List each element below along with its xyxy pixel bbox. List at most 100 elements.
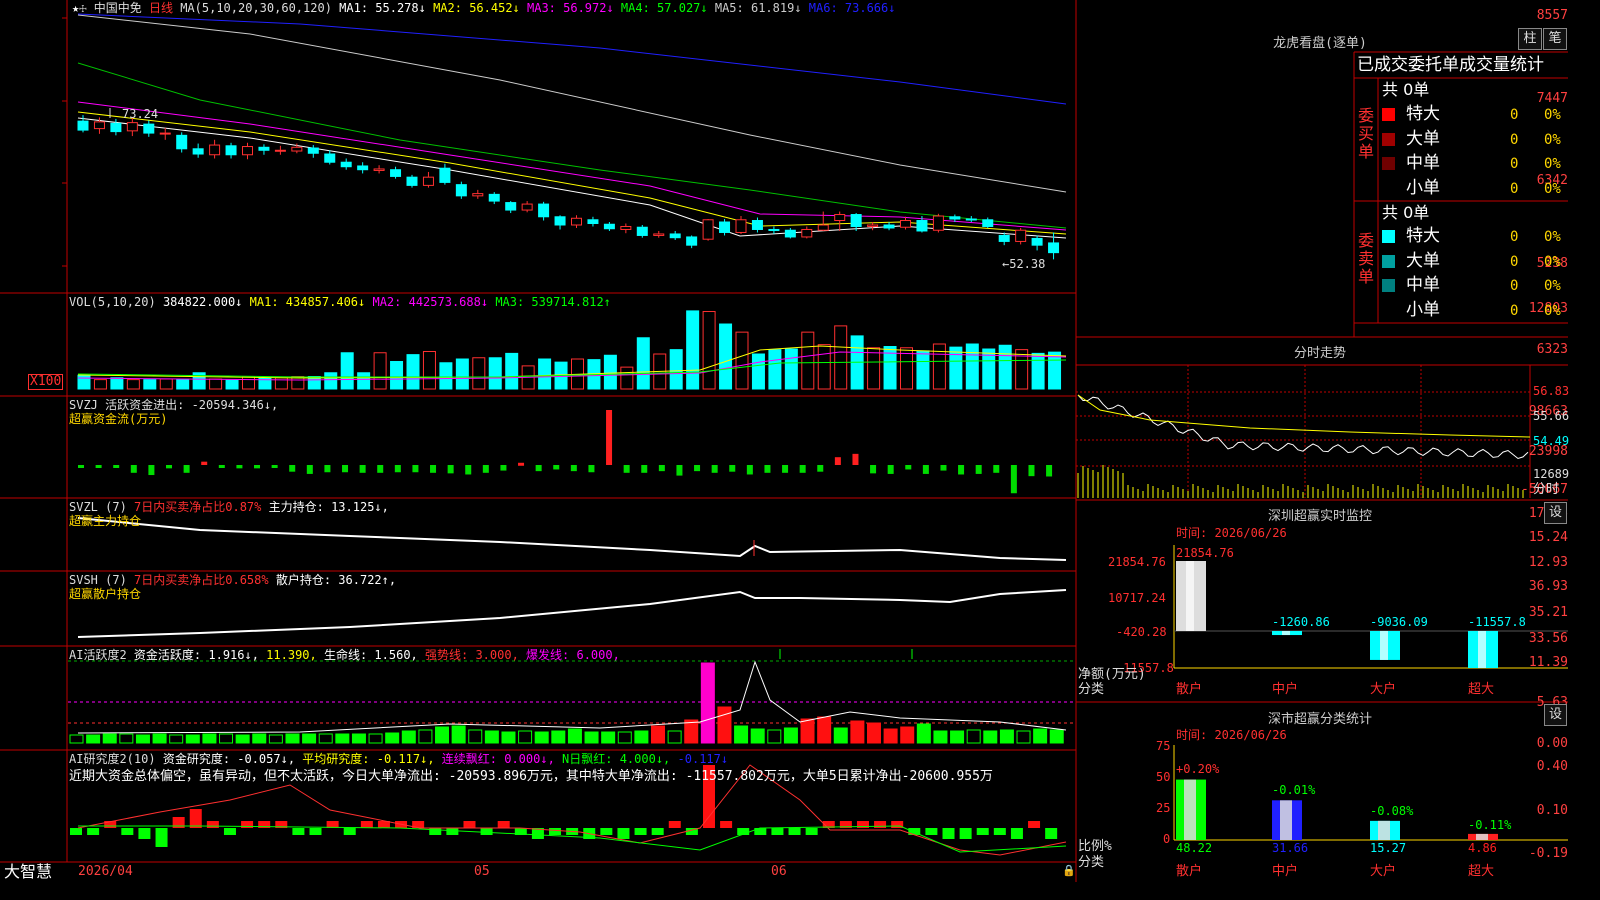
classify-bar-shine-3 bbox=[1476, 833, 1488, 840]
ma-title: MA(5,10,20,30,60,120) bbox=[180, 1, 332, 15]
main-axis-2: 7447 bbox=[1536, 91, 1568, 106]
svzj-bar-36 bbox=[711, 465, 718, 473]
ai1-bar-39 bbox=[717, 706, 732, 744]
classify-change-0: +0.20% bbox=[1176, 762, 1220, 776]
ai1-bar-10 bbox=[235, 734, 250, 744]
ai1-bar-48 bbox=[866, 722, 881, 744]
vol-bar-46 bbox=[834, 325, 848, 390]
candle-body-23 bbox=[455, 184, 467, 197]
vol-ma-value-2: MA2: 442573.688↓ bbox=[372, 295, 496, 309]
ai1-bar-54 bbox=[966, 729, 981, 744]
vol-bar-36 bbox=[669, 349, 683, 390]
svzj-bar-5 bbox=[166, 465, 173, 469]
ai1-bar-50 bbox=[900, 726, 915, 744]
lhb-sell-name-0: 特大 bbox=[1406, 226, 1440, 246]
svzj-bar-26 bbox=[535, 465, 542, 472]
ai2-bar-5 bbox=[155, 828, 168, 847]
candle-body-13 bbox=[291, 146, 303, 152]
stock-name: 中国中免 bbox=[93, 1, 142, 15]
classify-cat-2: 大户 bbox=[1370, 864, 1397, 879]
svsh-title-line: SVSH (7) 7日内买卖净占比0.658% 散户持仓: 36.722↑, bbox=[69, 573, 396, 587]
classify-axis-3: 25 bbox=[1156, 801, 1171, 815]
fenshi-label: 分时 bbox=[1533, 482, 1560, 497]
classify-settings-button[interactable]: 设 bbox=[1544, 704, 1567, 726]
candle-body-32 bbox=[603, 223, 615, 230]
lhb-sell-color-0 bbox=[1382, 230, 1395, 243]
vol-bar-2 bbox=[110, 377, 124, 390]
vol-bar-23 bbox=[455, 358, 469, 390]
candle-body-4 bbox=[143, 123, 155, 134]
ai2-bar-7 bbox=[189, 809, 202, 828]
classify-change-2: -0.08% bbox=[1370, 804, 1414, 818]
vol-ma-value-3: MA3: 539714.812↑ bbox=[495, 295, 611, 309]
plus-icon[interactable]: ☩ bbox=[79, 1, 86, 15]
vol-unit-button[interactable]: X100 bbox=[28, 374, 64, 390]
svzj-bar-39 bbox=[764, 465, 771, 473]
svzj-bar-31 bbox=[623, 465, 630, 473]
ai2-bar-1 bbox=[87, 828, 100, 835]
candle-body-42 bbox=[768, 228, 780, 231]
candle-body-40 bbox=[735, 219, 747, 233]
candle-body-55 bbox=[982, 219, 994, 227]
vol-bar-48 bbox=[867, 347, 881, 390]
main-ma-line-1 bbox=[77, 13, 1067, 105]
ai1-bar-9 bbox=[219, 733, 234, 744]
vol-bar-56 bbox=[998, 344, 1012, 390]
ai1-bar-20 bbox=[401, 730, 416, 744]
svzl-axis-3: 12.93 bbox=[1528, 555, 1568, 570]
vol-bar-19 bbox=[390, 361, 404, 390]
ai2-summary: 近期大资金总体偏空，虽有异动，但不太活跃，今日大单净流出: -20593.896… bbox=[69, 769, 993, 784]
monitor-value-0: 21854.76 bbox=[1176, 546, 1234, 560]
main-indicator-title: ★☩ 中国中免 日线 MA(5,10,20,30,60,120) MA1: 55… bbox=[72, 1, 895, 15]
period-label[interactable]: 日线 bbox=[149, 1, 173, 15]
vol-bar-34 bbox=[636, 337, 650, 390]
lhb-stroke-button[interactable]: 笔 bbox=[1543, 28, 1567, 50]
lhb-buy-pct-3: 0% bbox=[1544, 180, 1561, 197]
svzj-bar-41 bbox=[799, 465, 806, 473]
lhb-bar-button[interactable]: 柱 bbox=[1518, 28, 1542, 50]
candle-body-16 bbox=[340, 161, 352, 168]
ai2-bar-3 bbox=[121, 828, 134, 835]
svzj-bar-15 bbox=[342, 465, 349, 473]
candle-body-26 bbox=[505, 202, 517, 211]
ai2-bar-21 bbox=[429, 828, 442, 835]
svzj-bar-10 bbox=[254, 465, 261, 469]
monitor-value-2: -9036.09 bbox=[1370, 615, 1428, 629]
ai1-bar-17 bbox=[351, 733, 366, 744]
ai2-bar-24 bbox=[480, 828, 493, 835]
svzj-bar-42 bbox=[817, 465, 824, 472]
ai1-item-2: 11.390, bbox=[266, 648, 324, 662]
fenshi-vol: 12689 bbox=[1533, 467, 1570, 481]
ai1-bar-0 bbox=[69, 734, 84, 744]
ai2-axis-1: 0.40 bbox=[1536, 759, 1568, 774]
main-ma-line-5 bbox=[77, 111, 1067, 235]
ai2-bar-28 bbox=[549, 828, 562, 835]
svzj-bar-38 bbox=[746, 465, 753, 475]
svzj-bar-4 bbox=[148, 465, 155, 476]
svzj-bar-9 bbox=[236, 465, 243, 469]
svzl-line bbox=[77, 517, 1067, 561]
lhb-buy-label: 委买单 bbox=[1358, 106, 1375, 161]
ai1-bar-8 bbox=[202, 733, 217, 744]
monitor-settings-button[interactable]: 设 bbox=[1544, 502, 1567, 524]
ai1-bar-15 bbox=[318, 733, 333, 744]
svzl-title: SVZL (7) bbox=[69, 500, 127, 514]
vol-bar-40 bbox=[735, 331, 749, 390]
ai1-bar-28 bbox=[534, 731, 549, 744]
svzj-bar-55 bbox=[1046, 465, 1053, 477]
classify-axis-2: 50 bbox=[1156, 770, 1171, 784]
ai1-bar-11 bbox=[252, 733, 267, 744]
svzj-subtitle: 超赢资金流(万元) bbox=[69, 412, 168, 426]
ai2-bar-50 bbox=[925, 828, 938, 835]
svzj-bar-53 bbox=[1010, 465, 1017, 494]
svsh-line bbox=[77, 589, 1067, 638]
lock-icon[interactable]: 🔒 bbox=[1062, 864, 1076, 878]
monitor-bar-shine-3 bbox=[1478, 631, 1486, 669]
chart-canvas bbox=[0, 0, 1568, 882]
lhb-sell-count-2: 0 bbox=[1510, 278, 1519, 294]
classify-title: 深市超赢分类统计 bbox=[1267, 712, 1372, 727]
candle-body-0 bbox=[77, 120, 89, 131]
vol-bar-52 bbox=[932, 343, 946, 390]
lhb-sell-color-3 bbox=[1382, 303, 1395, 317]
ai2-bar-52 bbox=[959, 828, 972, 839]
